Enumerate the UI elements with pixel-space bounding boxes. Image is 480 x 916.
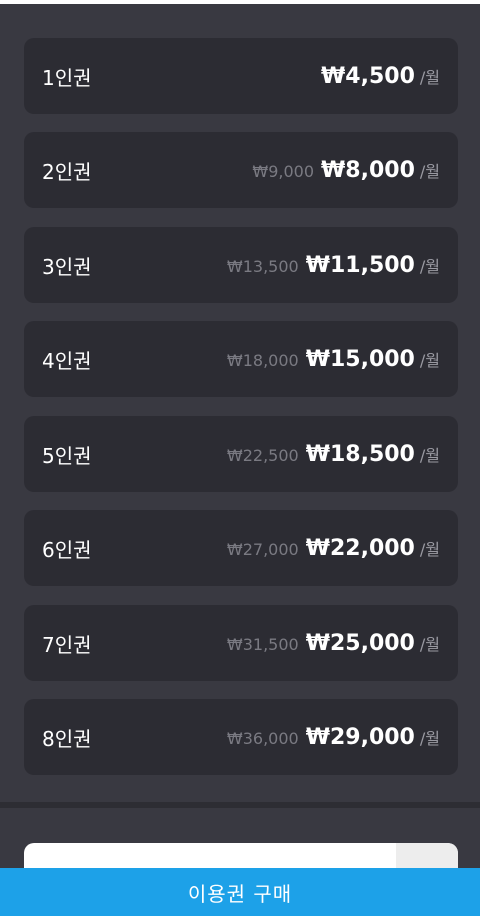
plan-price: ₩8,000 — [321, 157, 415, 183]
plan-price-group: ₩13,500 ₩11,500 /월 — [227, 253, 440, 278]
plan-card-4[interactable]: 4인권 ₩18,000 ₩15,000 /월 — [24, 321, 458, 397]
plan-card-2[interactable]: 2인권 ₩9,000 ₩8,000 /월 — [24, 132, 458, 208]
plan-price-group: ₩22,500 ₩18,500 /월 — [227, 442, 440, 467]
original-price: ₩27,000 — [226, 539, 299, 559]
plan-price-group: ₩18,000 ₩15,000 /월 — [227, 347, 440, 372]
plan-name: 3인권 — [42, 254, 92, 279]
plan-card-3[interactable]: 3인권 ₩13,500 ₩11,500 /월 — [24, 227, 458, 303]
plan-card-6[interactable]: 6인권 ₩27,000 ₩22,000 /월 — [24, 510, 458, 586]
plan-price-group: ₩36,000 ₩29,000 /월 — [227, 725, 440, 750]
price-unit: /월 — [419, 728, 440, 748]
plan-price-group: ₩4,500 /월 — [321, 64, 440, 89]
original-price: ₩9,000 — [252, 161, 315, 181]
plan-price: ₩29,000 — [305, 724, 415, 750]
price-unit: /월 — [419, 67, 440, 87]
purchase-button[interactable]: 이용권 구매 — [0, 868, 480, 916]
plan-name: 6인권 — [42, 537, 92, 562]
plan-card-5[interactable]: 5인권 ₩22,500 ₩18,500 /월 — [24, 416, 458, 492]
plan-price: ₩11,500 — [305, 252, 415, 278]
purchase-button-label: 이용권 구매 — [187, 881, 293, 906]
plan-price-group: ₩31,500 ₩25,000 /월 — [227, 631, 440, 656]
plan-name: 8인권 — [42, 726, 92, 751]
plan-price: ₩4,500 — [321, 63, 415, 89]
plan-card-7[interactable]: 7인권 ₩31,500 ₩25,000 /월 — [24, 605, 458, 681]
plan-price: ₩18,500 — [305, 441, 415, 467]
price-unit: /월 — [419, 350, 440, 370]
original-price: ₩13,500 — [226, 256, 299, 276]
plan-name: 1인권 — [42, 65, 92, 90]
plan-price-group: ₩9,000 ₩8,000 /월 — [252, 158, 440, 183]
plan-card-8[interactable]: 8인권 ₩36,000 ₩29,000 /월 — [24, 699, 458, 775]
price-unit: /월 — [419, 539, 440, 559]
plan-price: ₩15,000 — [305, 346, 415, 372]
plan-price: ₩22,000 — [305, 535, 415, 561]
plan-price-group: ₩27,000 ₩22,000 /월 — [227, 536, 440, 561]
original-price: ₩31,500 — [226, 634, 299, 654]
original-price: ₩22,500 — [226, 445, 299, 465]
price-unit: /월 — [419, 634, 440, 654]
top-edge — [0, 0, 480, 4]
price-unit: /월 — [419, 445, 440, 465]
plan-name: 7인권 — [42, 632, 92, 657]
plan-name: 2인권 — [42, 159, 92, 184]
price-unit: /월 — [419, 161, 440, 181]
plan-name: 4인권 — [42, 348, 92, 373]
plan-name: 5인권 — [42, 443, 92, 468]
plan-price: ₩25,000 — [305, 630, 415, 656]
original-price: ₩18,000 — [226, 350, 299, 370]
plan-card-1[interactable]: 1인권 ₩4,500 /월 — [24, 38, 458, 114]
original-price: ₩36,000 — [226, 728, 299, 748]
price-unit: /월 — [419, 256, 440, 276]
